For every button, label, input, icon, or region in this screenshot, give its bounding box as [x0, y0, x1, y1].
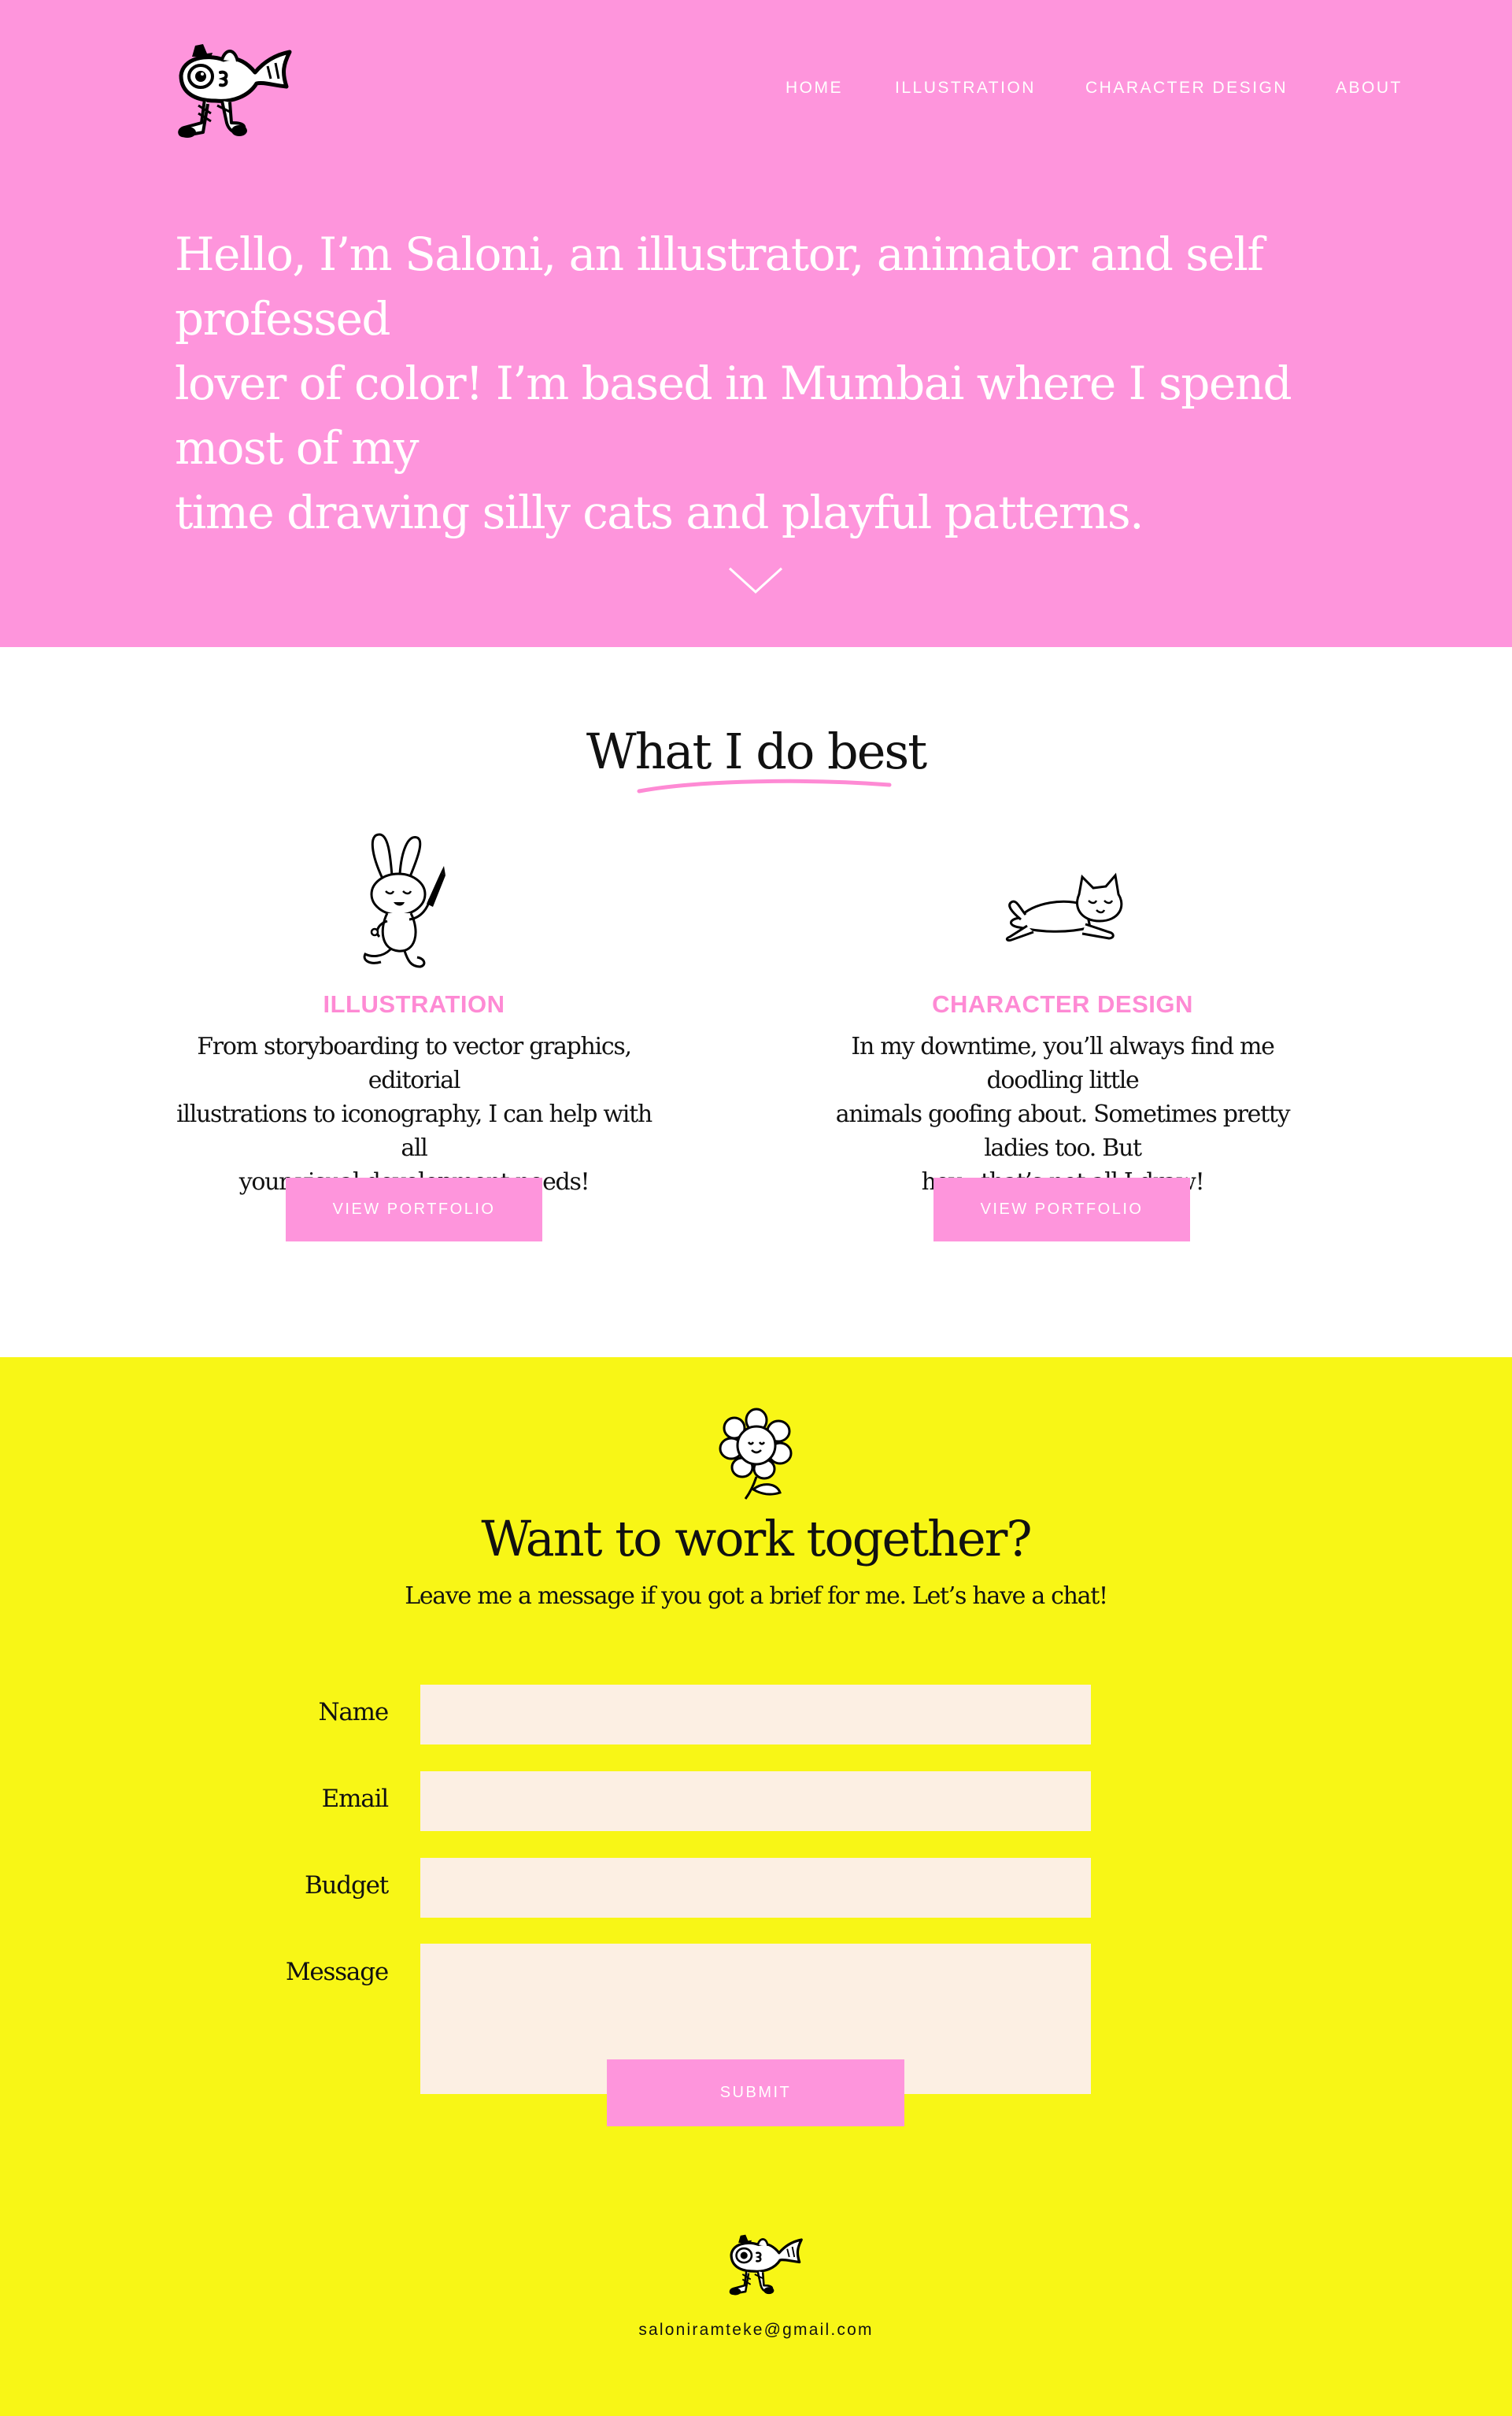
- name-field[interactable]: [420, 1685, 1091, 1744]
- service-description-line: illustrations to iconography, I can help…: [176, 1101, 652, 1162]
- hero-section: HOME ILLUSTRATION CHARACTER DESIGN ABOUT…: [0, 0, 1512, 647]
- bunny-drawing-icon: [363, 833, 445, 968]
- intro-line: lover of color! I’m based in Mumbai wher…: [175, 357, 1292, 475]
- contact-subheading: Leave me a message if you got a brief fo…: [405, 1582, 1108, 1610]
- budget-label: Budget: [304, 1871, 389, 1900]
- nav-character-design-link[interactable]: CHARACTER DESIGN: [1085, 79, 1288, 98]
- name-label: Name: [318, 1698, 389, 1726]
- service-description-line: In my downtime, you’ll always find me do…: [851, 1033, 1275, 1094]
- message-label: Message: [285, 1958, 389, 1986]
- view-portfolio-character-design-button[interactable]: VIEW PORTFOLIO: [933, 1178, 1190, 1241]
- service-description-line: From storyboarding to vector graphics, e…: [197, 1033, 632, 1094]
- services-heading: What I do best: [586, 723, 927, 780]
- service-description: In my downtime, you’ll always find me do…: [811, 1030, 1314, 1199]
- email-label: Email: [321, 1785, 390, 1813]
- intro-text: Hello, I’m Saloni, an illustrator, anima…: [175, 222, 1403, 545]
- email-field[interactable]: [420, 1771, 1091, 1831]
- contact-heading: Want to work together?: [481, 1510, 1032, 1567]
- nav-home-link[interactable]: HOME: [786, 79, 843, 98]
- service-title: CHARACTER DESIGN: [932, 990, 1193, 1018]
- nav-illustration-link[interactable]: ILLUSTRATION: [895, 79, 1036, 98]
- view-portfolio-illustration-button[interactable]: VIEW PORTFOLIO: [286, 1178, 542, 1241]
- main-nav: HOME ILLUSTRATION CHARACTER DESIGN ABOUT: [0, 79, 1512, 102]
- flower-icon: [719, 1408, 793, 1500]
- intro-line: Hello, I’m Saloni, an illustrator, anima…: [175, 228, 1264, 346]
- service-description-line: animals goofing about. Sometimes pretty …: [835, 1101, 1291, 1162]
- fish-footer-logo-icon: [729, 2234, 803, 2296]
- nav-about-link[interactable]: ABOUT: [1336, 79, 1403, 98]
- heading-underline-decoration: [637, 779, 892, 794]
- service-description: From storyboarding to vector graphics, e…: [162, 1030, 666, 1199]
- scroll-down-chevron-icon[interactable]: [727, 565, 784, 595]
- submit-button[interactable]: SUBMIT: [607, 2059, 904, 2126]
- service-title: ILLUSTRATION: [323, 990, 505, 1018]
- intro-line: time drawing silly cats and playful patt…: [175, 486, 1144, 539]
- cat-leaping-icon: [1005, 872, 1123, 942]
- budget-field[interactable]: [420, 1858, 1091, 1918]
- footer-email-link[interactable]: saloniramteke@gmail.com: [0, 2321, 1512, 2340]
